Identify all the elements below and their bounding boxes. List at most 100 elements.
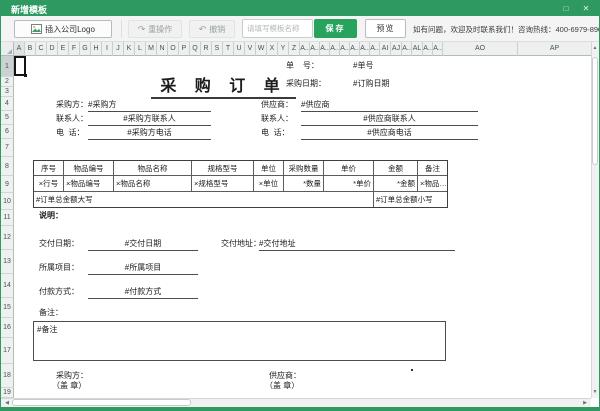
select-all-corner[interactable] <box>1 42 14 56</box>
column-header-M[interactable]: M <box>146 42 157 56</box>
undo-button[interactable]: ↶ 撤销 <box>189 20 235 38</box>
row-header-18[interactable]: 18 <box>1 364 14 388</box>
table-header-cell[interactable]: 采购数量 <box>284 161 324 176</box>
column-header-A[interactable]: A.. <box>433 42 443 56</box>
table-data-cell[interactable]: ×行号 <box>34 176 64 192</box>
table-header-cell[interactable]: 金额 <box>374 161 418 176</box>
remark-box[interactable]: #备注 <box>33 321 446 361</box>
scroll-right-icon[interactable]: ▶ <box>581 399 589 407</box>
column-header-W[interactable]: W <box>256 42 267 56</box>
column-header-A[interactable]: A.. <box>330 42 340 56</box>
payment-placeholder[interactable]: #付款方式 <box>88 286 198 299</box>
supplier-contact-label[interactable]: 联系人： <box>261 114 293 124</box>
column-header-A[interactable]: A.. <box>300 42 310 56</box>
close-button[interactable]: ✕ <box>579 3 593 14</box>
column-header-H[interactable]: H <box>91 42 102 56</box>
supplier-stamp-label[interactable]: 供应商： <box>269 371 301 381</box>
column-header-AI[interactable]: AI <box>380 42 391 56</box>
row-header-8[interactable]: 8 <box>1 157 14 176</box>
maximize-button[interactable]: □ <box>559 3 573 14</box>
row-header-12[interactable]: 12 <box>1 226 14 250</box>
remark-label[interactable]: 备注： <box>39 308 63 318</box>
column-header-R[interactable]: R <box>201 42 212 56</box>
preview-button[interactable]: 预览 <box>365 19 406 38</box>
horizontal-scroll-thumb[interactable] <box>12 399 191 406</box>
payment-label[interactable]: 付款方式： <box>39 287 79 297</box>
save-button[interactable]: 保存 <box>314 19 357 38</box>
table-header-cell[interactable]: 规格型号 <box>192 161 254 176</box>
column-header-A[interactable]: A.. <box>340 42 350 56</box>
order-no-placeholder[interactable]: #单号 <box>353 61 373 71</box>
buyer-phone-placeholder[interactable]: #采购方电话 <box>88 127 211 140</box>
column-header-N[interactable]: N <box>157 42 168 56</box>
row-header-15[interactable]: 15 <box>1 298 14 318</box>
delivery-date-label[interactable]: 交付日期： <box>39 239 79 249</box>
table-header-cell[interactable]: 单价 <box>324 161 374 176</box>
table-data-cell[interactable]: ×物品… <box>418 176 447 192</box>
column-header-U[interactable]: U <box>234 42 245 56</box>
table-total-upper-cell[interactable]: #订单总金额大写 <box>34 192 374 207</box>
row-header-10[interactable]: 10 <box>1 193 14 210</box>
buyer-contact-label[interactable]: 联系人： <box>56 114 88 124</box>
supplier-label[interactable]: 供应商： <box>261 100 293 110</box>
supplier-phone-label[interactable]: 电 话： <box>261 128 289 138</box>
supplier-stamp-seal[interactable]: （盖 章） <box>265 381 299 391</box>
buyer-stamp-label[interactable]: 采购方： <box>56 371 88 381</box>
supplier-contact-placeholder[interactable]: #供应商联系人 <box>301 113 478 126</box>
column-header-A[interactable]: A.. <box>350 42 360 56</box>
row-header-17[interactable]: 17 <box>1 338 14 364</box>
table-header-cell[interactable]: 物品编号 <box>64 161 114 176</box>
row-header-6[interactable]: 6 <box>1 125 14 139</box>
column-header-F[interactable]: F <box>69 42 80 56</box>
template-name-input[interactable] <box>242 19 313 38</box>
column-header-G[interactable]: G <box>80 42 91 56</box>
vertical-scroll-thumb[interactable] <box>592 57 598 165</box>
scroll-up-icon[interactable]: ▲ <box>591 44 599 52</box>
row-header-11[interactable]: 11 <box>1 210 14 226</box>
column-header-E[interactable]: E <box>58 42 69 56</box>
table-data-cell[interactable]: ×物品编号 <box>64 176 114 192</box>
table-data-cell[interactable]: ×单位 <box>254 176 284 192</box>
redo-button[interactable]: ↷ 重操作 <box>128 20 182 38</box>
row-header-5[interactable]: 5 <box>1 111 14 125</box>
supplier-phone-placeholder[interactable]: #供应商电话 <box>301 127 478 140</box>
buyer-stamp-seal[interactable]: （盖 章） <box>52 381 86 391</box>
row-header-2[interactable]: 2 <box>1 77 14 87</box>
table-data-cell[interactable]: ×物品名称 <box>114 176 192 192</box>
buyer-placeholder[interactable]: #采购方 <box>88 99 211 112</box>
fill-handle[interactable] <box>24 74 27 77</box>
table-total-lower-cell[interactable]: #订单总金额小写 <box>374 192 447 207</box>
column-header-P[interactable]: P <box>179 42 190 56</box>
column-header-A[interactable]: A.. <box>320 42 330 56</box>
column-header-AP[interactable]: AP <box>518 42 592 56</box>
column-header-O[interactable]: O <box>168 42 179 56</box>
buyer-phone-label[interactable]: 电 话： <box>56 128 84 138</box>
delivery-addr-placeholder[interactable]: #交付地址 <box>259 238 455 251</box>
remark-placeholder[interactable]: #备注 <box>37 325 57 334</box>
delivery-date-placeholder[interactable]: #交付日期 <box>88 238 198 251</box>
table-header-cell[interactable]: 单位 <box>254 161 284 176</box>
buyer-label[interactable]: 采购方： <box>56 100 88 110</box>
column-header-A[interactable]: A.. <box>360 42 370 56</box>
column-header-Y[interactable]: Y <box>278 42 289 56</box>
row-header-9[interactable]: 9 <box>1 176 14 193</box>
row-header-3[interactable]: 3 <box>1 87 14 97</box>
row-header-16[interactable]: 16 <box>1 318 14 338</box>
row-header-19[interactable]: 19 <box>1 388 14 398</box>
table-data-cell[interactable]: ×规格型号 <box>192 176 254 192</box>
cell-cursor[interactable] <box>14 56 26 76</box>
column-header-A[interactable]: A <box>14 42 25 56</box>
scroll-left-icon[interactable]: ◀ <box>3 399 11 407</box>
form-title[interactable]: 采 购 订 单 <box>151 72 296 99</box>
column-header-A[interactable]: A.. <box>370 42 380 56</box>
project-placeholder[interactable]: #所属项目 <box>88 262 198 275</box>
column-header-AJ[interactable]: AJ <box>391 42 402 56</box>
row-header-7[interactable]: 7 <box>1 139 14 157</box>
buyer-contact-placeholder[interactable]: #采购方联系人 <box>88 113 211 126</box>
row-header-13[interactable]: 13 <box>1 250 14 274</box>
column-header-C[interactable]: C <box>36 42 47 56</box>
delivery-addr-label[interactable]: 交付地址： <box>221 239 261 249</box>
column-header-D[interactable]: D <box>47 42 58 56</box>
notes-title[interactable]: 说明： <box>39 211 63 221</box>
column-header-I[interactable]: I <box>102 42 113 56</box>
